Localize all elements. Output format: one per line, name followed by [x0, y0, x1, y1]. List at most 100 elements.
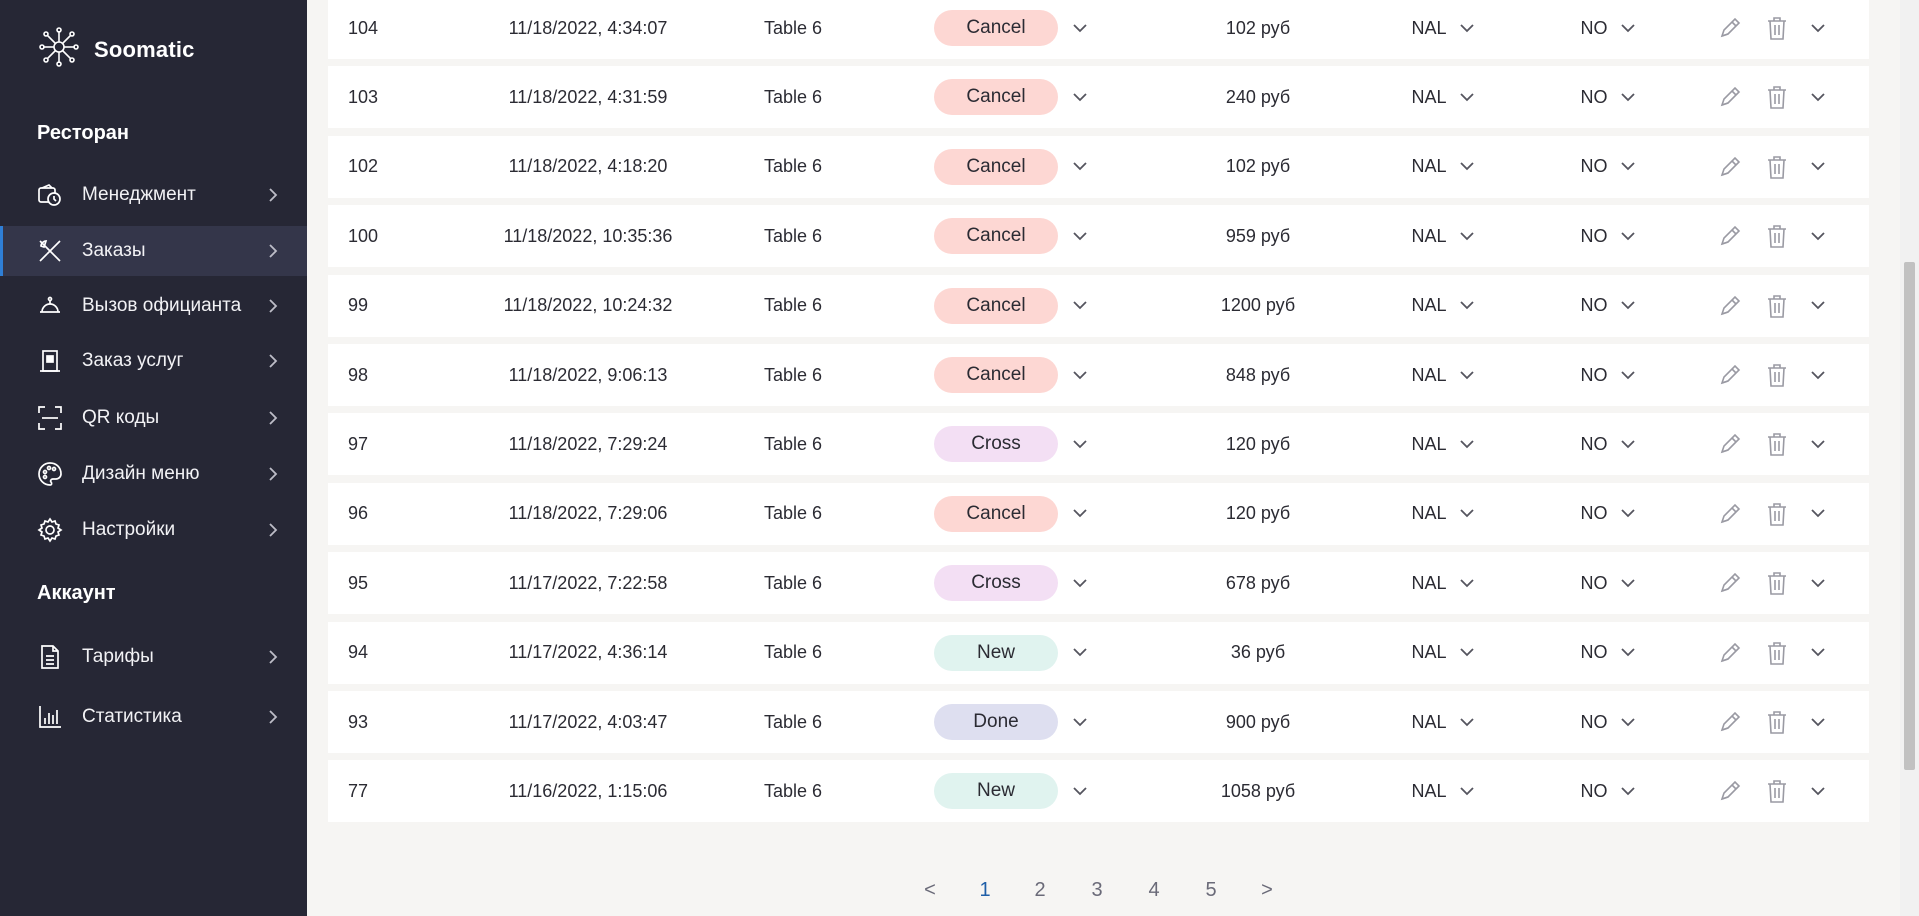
chevron-down-icon[interactable]	[1620, 228, 1636, 244]
expand-chevron-icon[interactable]	[1810, 483, 1826, 545]
chevron-down-icon[interactable]	[1459, 506, 1475, 522]
pagination-page-5[interactable]: 5	[1196, 872, 1226, 908]
chevron-down-icon[interactable]	[1620, 783, 1636, 799]
expand-chevron-icon[interactable]	[1810, 66, 1826, 128]
edit-icon[interactable]	[1718, 136, 1742, 198]
payment-select[interactable]: NAL	[1378, 205, 1508, 267]
edit-icon[interactable]	[1718, 413, 1742, 475]
chevron-down-icon[interactable]	[1620, 298, 1636, 314]
table-row[interactable]: 102 11/18/2022, 4:18:20 Table 6 Cancel 102 р…	[328, 135, 1869, 198]
status-badge[interactable]: Cross	[934, 426, 1058, 463]
paid-select[interactable]: NO	[1543, 691, 1673, 753]
edit-icon[interactable]	[1718, 66, 1742, 128]
status-select[interactable]: Cross	[933, 552, 1059, 614]
sidebar-item-management[interactable]: Менеджмент	[0, 170, 307, 220]
status-badge[interactable]: Cancel	[934, 287, 1058, 324]
table-row[interactable]: 100 11/18/2022, 10:35:36 Table 6 Cancel 959 …	[328, 205, 1869, 268]
paid-select[interactable]: NO	[1543, 136, 1673, 198]
chevron-down-icon[interactable]	[1072, 483, 1088, 545]
expand-chevron-icon[interactable]	[1810, 275, 1826, 337]
status-select[interactable]: Cancel	[933, 66, 1059, 128]
table-row[interactable]: 103 11/18/2022, 4:31:59 Table 6 Cancel 240 р…	[328, 66, 1869, 129]
status-badge[interactable]: Cancel	[934, 148, 1058, 185]
trash-icon[interactable]	[1766, 622, 1788, 684]
chevron-down-icon[interactable]	[1620, 575, 1636, 591]
status-badge[interactable]: New	[934, 634, 1058, 671]
trash-icon[interactable]	[1766, 66, 1788, 128]
chevron-down-icon[interactable]	[1620, 367, 1636, 383]
payment-select[interactable]: NAL	[1378, 275, 1508, 337]
table-row[interactable]: 98 11/18/2022, 9:06:13 Table 6 Cancel 848 ру…	[328, 344, 1869, 406]
paid-select[interactable]: NO	[1543, 275, 1673, 337]
trash-icon[interactable]	[1766, 413, 1788, 475]
status-select[interactable]: Cancel	[933, 483, 1059, 545]
table-row[interactable]: 104 11/18/2022, 4:34:07 Table 6 Cancel 102 р…	[328, 0, 1869, 59]
chevron-down-icon[interactable]	[1459, 159, 1475, 175]
chevron-down-icon[interactable]	[1459, 783, 1475, 799]
payment-select[interactable]: NAL	[1378, 760, 1508, 822]
pagination-page-1[interactable]: 1	[970, 872, 1000, 908]
expand-chevron-icon[interactable]	[1810, 622, 1826, 684]
status-badge[interactable]: Cancel	[934, 495, 1058, 532]
status-select[interactable]: Cancel	[933, 0, 1059, 59]
chevron-down-icon[interactable]	[1072, 0, 1088, 59]
paid-select[interactable]: NO	[1543, 205, 1673, 267]
paid-select[interactable]: NO	[1543, 622, 1673, 684]
expand-chevron-icon[interactable]	[1810, 413, 1826, 475]
trash-icon[interactable]	[1766, 552, 1788, 614]
sidebar-item-services[interactable]: Заказ услуг	[0, 336, 307, 386]
chevron-down-icon[interactable]	[1620, 20, 1636, 36]
table-row[interactable]: 97 11/18/2022, 7:29:24 Table 6 Cross 120 руб…	[328, 413, 1869, 476]
expand-chevron-icon[interactable]	[1810, 136, 1826, 198]
expand-chevron-icon[interactable]	[1810, 344, 1826, 406]
table-row[interactable]: 99 11/18/2022, 10:24:32 Table 6 Cancel 1200 …	[328, 274, 1869, 337]
pagination-page-3[interactable]: 3	[1082, 872, 1112, 908]
chevron-down-icon[interactable]	[1620, 436, 1636, 452]
chevron-down-icon[interactable]	[1072, 275, 1088, 337]
paid-select[interactable]: NO	[1543, 413, 1673, 475]
paid-select[interactable]: NO	[1543, 552, 1673, 614]
chevron-down-icon[interactable]	[1072, 552, 1088, 614]
expand-chevron-icon[interactable]	[1810, 691, 1826, 753]
pagination-page-4[interactable]: 4	[1139, 872, 1169, 908]
payment-select[interactable]: NAL	[1378, 691, 1508, 753]
chevron-down-icon[interactable]	[1620, 159, 1636, 175]
edit-icon[interactable]	[1718, 483, 1742, 545]
status-badge[interactable]: New	[934, 773, 1058, 810]
paid-select[interactable]: NO	[1543, 66, 1673, 128]
chevron-down-icon[interactable]	[1072, 622, 1088, 684]
status-select[interactable]: Cancel	[933, 205, 1059, 267]
chevron-down-icon[interactable]	[1072, 136, 1088, 198]
paid-select[interactable]: NO	[1543, 760, 1673, 822]
payment-select[interactable]: NAL	[1378, 483, 1508, 545]
edit-icon[interactable]	[1718, 0, 1742, 59]
chevron-down-icon[interactable]	[1072, 66, 1088, 128]
chevron-down-icon[interactable]	[1072, 205, 1088, 267]
table-row[interactable]: 93 11/17/2022, 4:03:47 Table 6 Done 900 руб N…	[328, 691, 1869, 753]
chevron-down-icon[interactable]	[1459, 298, 1475, 314]
scrollbar-thumb[interactable]	[1904, 262, 1915, 770]
table-row[interactable]: 94 11/17/2022, 4:36:14 Table 6 New 36 руб NAL…	[328, 621, 1869, 684]
table-row[interactable]: 95 11/17/2022, 7:22:58 Table 6 Cross 678 руб…	[328, 552, 1869, 615]
trash-icon[interactable]	[1766, 691, 1788, 753]
sidebar-item-statistics[interactable]: Статистика	[0, 692, 307, 742]
sidebar-item-tariffs[interactable]: Тарифы	[0, 632, 307, 682]
chevron-down-icon[interactable]	[1459, 436, 1475, 452]
chevron-down-icon[interactable]	[1459, 20, 1475, 36]
chevron-down-icon[interactable]	[1459, 714, 1475, 730]
sidebar-item-qr-codes[interactable]: QR коды	[0, 393, 307, 443]
trash-icon[interactable]	[1766, 275, 1788, 337]
status-select[interactable]: Done	[933, 691, 1059, 753]
status-badge[interactable]: Done	[934, 704, 1058, 740]
status-select[interactable]: New	[933, 622, 1059, 684]
chevron-down-icon[interactable]	[1459, 367, 1475, 383]
sidebar-item-orders[interactable]: Заказы	[0, 226, 307, 276]
status-select[interactable]: Cross	[933, 413, 1059, 475]
table-row[interactable]: 96 11/18/2022, 7:29:06 Table 6 Cancel 120 ру…	[328, 482, 1869, 545]
status-select[interactable]: Cancel	[933, 275, 1059, 337]
status-badge[interactable]: Cancel	[934, 218, 1058, 255]
trash-icon[interactable]	[1766, 205, 1788, 267]
chevron-down-icon[interactable]	[1620, 506, 1636, 522]
paid-select[interactable]: NO	[1543, 0, 1673, 59]
chevron-down-icon[interactable]	[1072, 413, 1088, 475]
